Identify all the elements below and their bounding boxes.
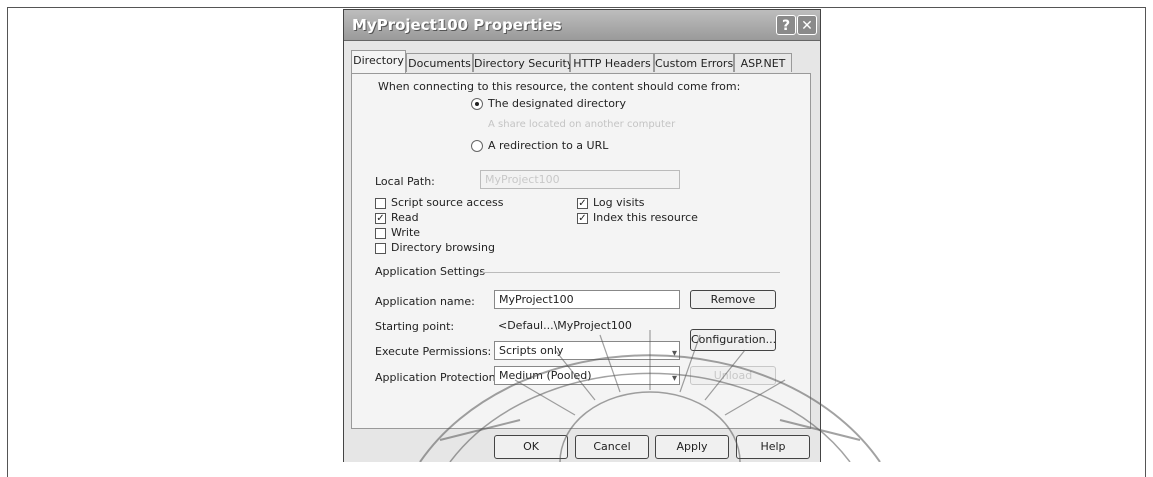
app-settings-divider — [480, 272, 780, 273]
write-checkbox[interactable] — [375, 228, 386, 239]
starting-point-label: Starting point: — [375, 320, 455, 333]
app-protection-select[interactable]: Medium (Pooled) ▾ — [494, 366, 680, 385]
app-protection-value: Medium (Pooled) — [499, 369, 592, 382]
tab-directory-security[interactable]: Directory Security — [473, 53, 573, 72]
app-settings-heading: Application Settings — [375, 265, 486, 278]
remove-button[interactable]: Remove — [690, 290, 776, 309]
close-icon[interactable]: ✕ — [797, 15, 817, 35]
directory-browsing-label: Directory browsing — [391, 241, 495, 254]
log-visits-checkbox[interactable]: ✓ — [577, 198, 588, 209]
help-icon[interactable]: ? — [776, 15, 796, 35]
tab-directory[interactable]: Directory — [351, 50, 406, 73]
window-title: MyProject100 Properties — [352, 16, 562, 34]
title-bar: MyProject100 Properties ? ✕ — [344, 10, 820, 41]
app-protection-label: Application Protection: — [375, 371, 500, 384]
script-source-label: Script source access — [391, 196, 504, 209]
chevron-down-icon: ▾ — [671, 373, 677, 384]
cancel-button[interactable]: Cancel — [575, 435, 649, 459]
ok-button[interactable]: OK — [494, 435, 568, 459]
app-name-field[interactable]: MyProject100 — [494, 290, 680, 309]
local-path-field[interactable]: MyProject100 — [480, 170, 680, 189]
tab-documents[interactable]: Documents — [406, 53, 473, 72]
properties-dialog: MyProject100 Properties ? ✕ Directory Do… — [343, 9, 821, 462]
content-source-prompt: When connecting to this resource, the co… — [378, 80, 741, 93]
app-name-label: Application name: — [375, 295, 475, 308]
unload-button[interactable]: Unload — [690, 366, 776, 385]
tab-http-headers[interactable]: HTTP Headers — [570, 53, 654, 72]
write-label: Write — [391, 226, 421, 239]
script-source-checkbox[interactable] — [375, 198, 386, 209]
execute-permissions-select[interactable]: Scripts only ▾ — [494, 341, 680, 360]
radio-share-label: A share located on another computer — [488, 119, 676, 130]
radio-url-redirection[interactable] — [471, 140, 483, 152]
tab-custom-errors[interactable]: Custom Errors — [654, 53, 734, 72]
index-resource-checkbox[interactable]: ✓ — [577, 213, 588, 224]
radio-redirect-label: A redirection to a URL — [488, 139, 609, 152]
local-path-label: Local Path: — [375, 175, 435, 188]
radio-designated-label: The designated directory — [488, 97, 626, 110]
read-checkbox[interactable]: ✓ — [375, 213, 386, 224]
read-label: Read — [391, 211, 419, 224]
radio-designated-directory[interactable] — [471, 98, 483, 110]
directory-browsing-checkbox[interactable] — [375, 243, 386, 254]
directory-panel: When connecting to this resource, the co… — [351, 73, 811, 429]
configuration-button[interactable]: Configuration... — [690, 329, 776, 351]
execute-permissions-value: Scripts only — [499, 344, 564, 357]
chevron-down-icon: ▾ — [671, 348, 677, 359]
starting-point-value: <Defaul...\MyProject100 — [498, 319, 632, 332]
log-visits-label: Log visits — [593, 196, 645, 209]
help-button[interactable]: Help — [736, 435, 810, 459]
index-resource-label: Index this resource — [593, 211, 698, 224]
execute-permissions-label: Execute Permissions: — [375, 345, 492, 358]
radio-selected-dot — [475, 102, 479, 106]
apply-button[interactable]: Apply — [655, 435, 729, 459]
tab-asp-net[interactable]: ASP.NET — [734, 53, 792, 72]
